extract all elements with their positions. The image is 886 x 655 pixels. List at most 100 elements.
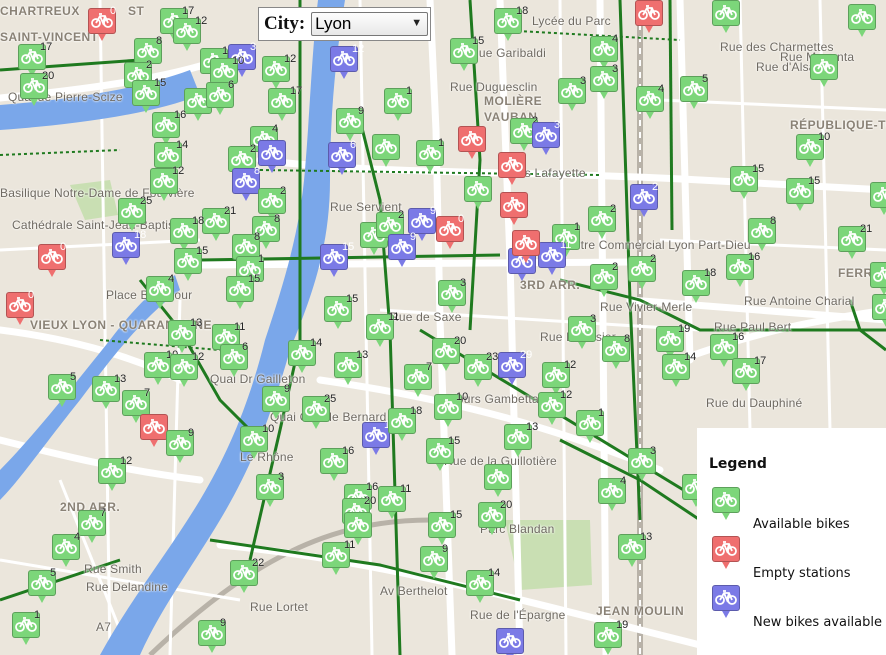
available-station-marker[interactable]: 15 xyxy=(450,35,484,72)
empty-station-marker[interactable] xyxy=(458,126,486,160)
available-station-marker[interactable] xyxy=(810,54,838,88)
available-station-marker[interactable]: 14 xyxy=(466,567,500,604)
new-bikes-station-marker[interactable] xyxy=(258,140,286,174)
available-station-marker[interactable]: 20 xyxy=(432,335,466,372)
available-station-marker[interactable] xyxy=(870,182,886,216)
available-station-marker[interactable]: 16 xyxy=(726,251,760,288)
available-station-marker[interactable]: 15 xyxy=(426,435,460,472)
available-station-marker[interactable]: 1 xyxy=(416,137,444,174)
available-station-marker[interactable]: 11 xyxy=(378,483,411,520)
available-station-marker[interactable] xyxy=(712,0,740,34)
available-station-marker[interactable]: 21 xyxy=(202,205,236,242)
available-station-marker[interactable]: 20 xyxy=(478,499,512,536)
available-station-marker[interactable]: 1 xyxy=(384,85,412,122)
available-station-marker[interactable]: 14 xyxy=(288,337,322,374)
available-station-marker[interactable]: 3 xyxy=(438,277,466,314)
available-station-marker[interactable] xyxy=(848,4,876,38)
available-station-marker[interactable]: 13 xyxy=(92,373,126,410)
empty-station-marker[interactable] xyxy=(498,152,526,186)
new-bikes-station-marker[interactable]: 8 xyxy=(232,165,260,202)
empty-station-marker[interactable] xyxy=(635,0,663,34)
available-station-marker[interactable]: 11 xyxy=(322,539,355,576)
city-dropdown[interactable]: Lyon ▼ xyxy=(311,12,429,36)
available-station-marker[interactable]: 9 xyxy=(166,427,194,464)
new-bikes-station-marker[interactable]: 18 xyxy=(362,419,396,456)
available-station-marker[interactable]: 12 xyxy=(98,455,132,492)
available-station-marker[interactable]: 10 xyxy=(434,391,468,428)
available-station-marker[interactable]: 12 xyxy=(538,389,572,426)
empty-station-marker[interactable]: 0 xyxy=(38,241,66,278)
new-bikes-station-marker[interactable]: 12 xyxy=(330,43,364,80)
available-station-marker[interactable]: 3 xyxy=(590,63,618,100)
available-station-marker[interactable]: 9 xyxy=(420,543,448,580)
available-station-marker[interactable]: 15 xyxy=(226,273,260,310)
available-station-marker[interactable]: 9 xyxy=(262,383,290,420)
available-station-marker[interactable]: 2 xyxy=(628,253,656,290)
available-station-marker[interactable]: 18 xyxy=(388,405,422,442)
available-station-marker[interactable]: 16 xyxy=(320,445,354,482)
available-station-marker[interactable]: 1 xyxy=(12,609,40,646)
empty-station-marker[interactable] xyxy=(500,192,528,226)
available-station-marker[interactable]: 4 xyxy=(636,83,664,120)
available-station-marker[interactable]: 10 xyxy=(240,423,274,460)
available-station-marker[interactable]: 2 xyxy=(588,203,616,240)
empty-station-marker[interactable] xyxy=(512,230,540,264)
available-station-marker[interactable]: 3 xyxy=(256,471,284,508)
available-station-marker[interactable]: 20 xyxy=(20,70,54,107)
available-station-marker[interactable]: 25 xyxy=(302,393,336,430)
available-station-marker[interactable]: 10 xyxy=(144,349,178,386)
available-station-marker[interactable]: 12 xyxy=(262,53,296,90)
available-station-marker[interactable]: 1 xyxy=(576,407,604,444)
empty-station-marker[interactable]: 0 xyxy=(88,5,116,42)
available-station-marker[interactable]: 18 xyxy=(494,5,528,42)
available-station-marker[interactable]: 15 xyxy=(132,77,166,114)
empty-station-marker[interactable]: 0 xyxy=(6,289,34,326)
available-station-marker[interactable]: 13 xyxy=(334,349,368,386)
available-station-marker[interactable]: 15 xyxy=(428,509,462,546)
empty-station-marker[interactable] xyxy=(140,414,168,448)
available-station-marker[interactable]: 5 xyxy=(48,371,76,408)
available-station-marker[interactable]: 23 xyxy=(464,351,498,388)
new-bikes-station-marker[interactable]: 29 xyxy=(498,349,532,386)
available-station-marker[interactable]: 10 xyxy=(796,131,830,168)
available-station-marker[interactable]: 15 xyxy=(324,293,358,330)
available-station-marker[interactable]: 2 xyxy=(590,261,618,298)
available-station-marker[interactable] xyxy=(870,262,886,296)
new-bikes-station-marker[interactable]: 15 xyxy=(320,241,354,278)
available-station-marker[interactable]: 12 xyxy=(173,15,207,52)
new-bikes-station-marker[interactable]: 3 xyxy=(532,119,560,156)
available-station-marker[interactable]: 15 xyxy=(174,245,208,282)
available-station-marker[interactable]: 4 xyxy=(52,531,80,568)
available-station-marker[interactable]: 13 xyxy=(504,421,538,458)
new-bikes-station-marker[interactable] xyxy=(496,628,524,655)
available-station-marker[interactable]: 3 xyxy=(568,313,596,350)
new-bikes-station-marker[interactable]: 11 xyxy=(538,239,571,276)
available-station-marker[interactable]: 14 xyxy=(662,351,696,388)
available-station-marker[interactable]: 19 xyxy=(594,619,628,655)
available-station-marker[interactable]: 12 xyxy=(150,165,184,202)
available-station-marker[interactable]: 4 xyxy=(598,475,626,512)
available-station-marker[interactable]: 11 xyxy=(366,311,399,348)
available-station-marker[interactable]: 7 xyxy=(404,361,432,398)
available-station-marker[interactable]: 13 xyxy=(618,531,652,568)
new-bikes-station-marker[interactable]: 9 xyxy=(388,231,416,268)
available-station-marker[interactable]: 17 xyxy=(268,85,302,122)
available-station-marker[interactable] xyxy=(464,176,492,210)
available-station-marker[interactable]: 5 xyxy=(28,567,56,604)
available-station-marker[interactable]: 7 xyxy=(78,507,106,544)
available-station-marker[interactable] xyxy=(484,464,512,498)
available-station-marker[interactable]: 9 xyxy=(336,105,364,142)
new-bikes-station-marker[interactable]: 2 xyxy=(630,181,658,218)
available-station-marker[interactable]: 8 xyxy=(748,215,776,252)
available-station-marker[interactable]: 9 xyxy=(198,617,226,654)
available-station-marker[interactable]: 6 xyxy=(220,341,248,378)
available-station-marker[interactable]: 3 xyxy=(558,75,586,112)
available-station-marker[interactable]: 15 xyxy=(730,163,764,200)
available-station-marker[interactable]: 6 xyxy=(206,79,234,116)
available-station-marker[interactable] xyxy=(372,134,400,168)
available-station-marker[interactable]: 25 xyxy=(118,195,152,232)
available-station-marker[interactable]: 5 xyxy=(680,73,708,110)
available-station-marker[interactable]: 12 xyxy=(170,351,204,388)
available-station-marker[interactable]: 4 xyxy=(146,273,174,310)
new-bikes-station-marker[interactable]: 6 xyxy=(328,139,356,176)
